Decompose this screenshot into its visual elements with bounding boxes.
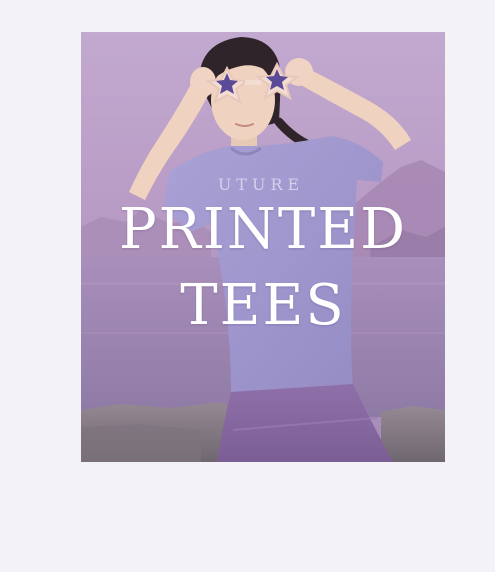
banner-title: PRINTED TEES — [81, 192, 445, 344]
page: UTURE PRINTED TEES — [0, 0, 495, 572]
printed-tees-banner[interactable]: UTURE PRINTED TEES — [81, 32, 445, 462]
banner-title-line-2: TEES — [180, 273, 346, 338]
banner-title-line-1: PRINTED — [118, 197, 408, 262]
